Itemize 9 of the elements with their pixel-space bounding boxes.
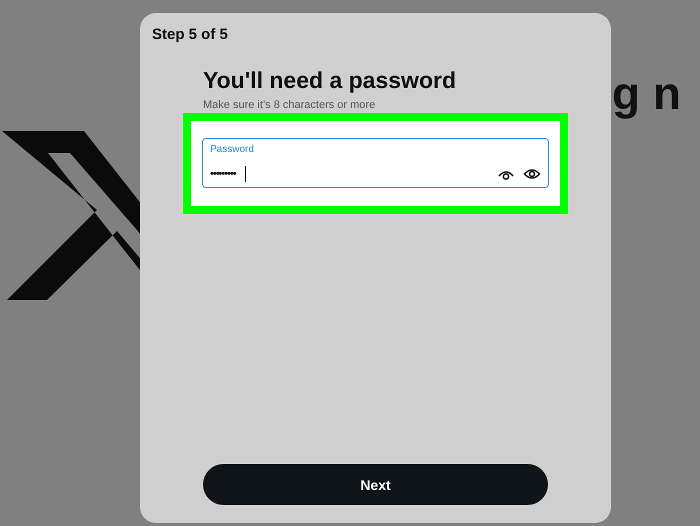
password-field[interactable]: Password ••••••••• — [202, 138, 549, 188]
field-label: Password — [210, 144, 254, 155]
step-counter: Step 5 of 5 — [152, 26, 228, 43]
password-value: ••••••••• — [210, 168, 236, 180]
dialog-subtitle: Make sure it’s 8 characters or more — [203, 99, 376, 112]
next-button[interactable]: Next — [203, 464, 548, 505]
eye-icon[interactable] — [523, 167, 541, 181]
text-cursor — [244, 166, 246, 182]
dialog-title: You'll need a password — [203, 67, 456, 94]
